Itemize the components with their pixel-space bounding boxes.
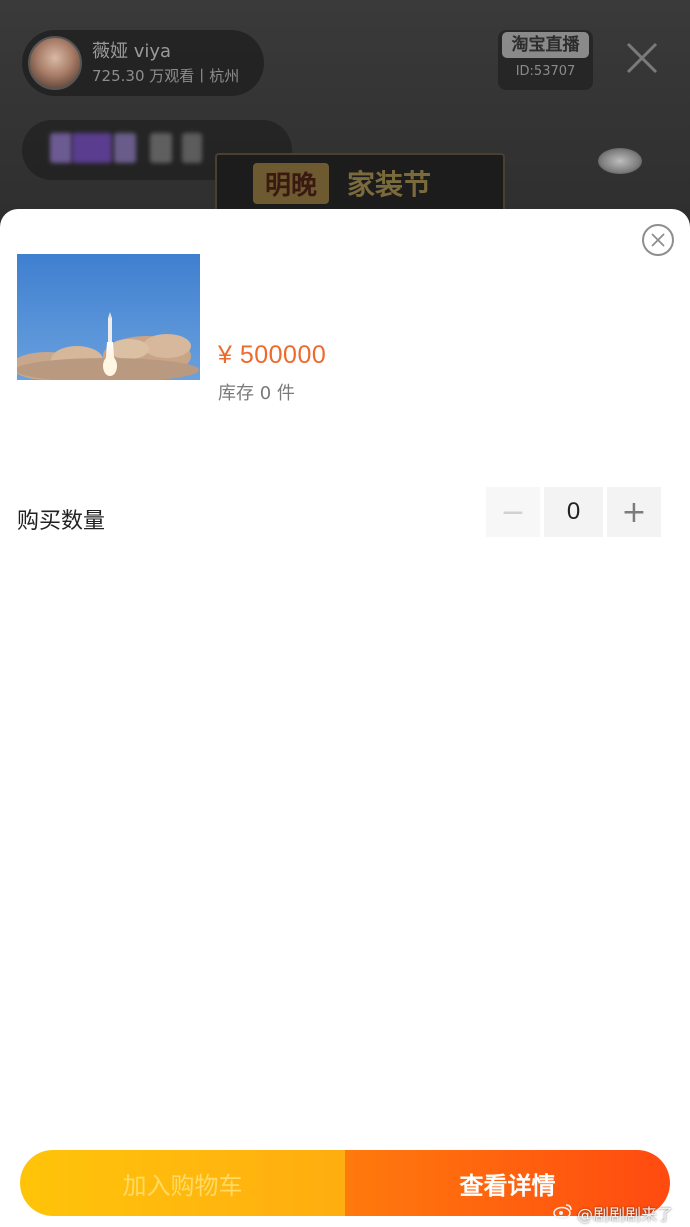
banner-tag: 明晚 <box>253 162 330 204</box>
product-price: ¥ 500000 <box>218 341 327 369</box>
weibo-icon <box>553 1203 573 1223</box>
live-stream-background: 薇娅 viya 725.30 万观看丨杭州 淘宝直播 ID:53707 明晚 家… <box>0 0 690 230</box>
host-avatar[interactable] <box>28 36 82 90</box>
promo-banner: 明晚 家装节 <box>215 153 505 213</box>
close-icon[interactable] <box>622 38 662 78</box>
blurred-text <box>72 133 112 163</box>
host-name: 薇娅 viya <box>92 40 172 62</box>
platform-badge-title: 淘宝直播 <box>502 32 589 58</box>
product-stock: 库存 0 件 <box>218 383 295 404</box>
host-viewers-location: 725.30 万观看丨杭州 <box>92 66 240 85</box>
blurred-text <box>182 133 202 163</box>
quantity-stepper: − 0 + <box>486 487 661 537</box>
product-image <box>17 254 200 380</box>
blurred-text <box>114 133 136 163</box>
quantity-value[interactable]: 0 <box>544 487 603 537</box>
light-glow <box>598 148 642 174</box>
watermark-text: @剧剧剧来了 <box>577 1205 674 1224</box>
increase-quantity-button[interactable]: + <box>607 487 661 537</box>
close-circle-icon[interactable] <box>642 224 674 256</box>
decrease-quantity-button[interactable]: − <box>486 487 540 537</box>
quantity-label: 购买数量 <box>17 509 106 534</box>
add-to-cart-button[interactable]: 加入购物车 <box>20 1150 345 1216</box>
watermark: @剧剧剧来了 <box>553 1201 673 1225</box>
platform-badge: 淘宝直播 ID:53707 <box>498 30 593 90</box>
host-info: 薇娅 viya 725.30 万观看丨杭州 <box>92 41 239 86</box>
blurred-text <box>50 133 72 163</box>
room-id: ID:53707 <box>515 64 576 79</box>
host-info-pill[interactable]: 薇娅 viya 725.30 万观看丨杭州 <box>22 30 264 96</box>
blurred-text <box>150 133 172 163</box>
product-sheet: ¥ 500000 库存 0 件 购买数量 − 0 + 加入购物车 查看详情 <box>0 209 690 1227</box>
banner-title: 家装节 <box>347 168 432 201</box>
